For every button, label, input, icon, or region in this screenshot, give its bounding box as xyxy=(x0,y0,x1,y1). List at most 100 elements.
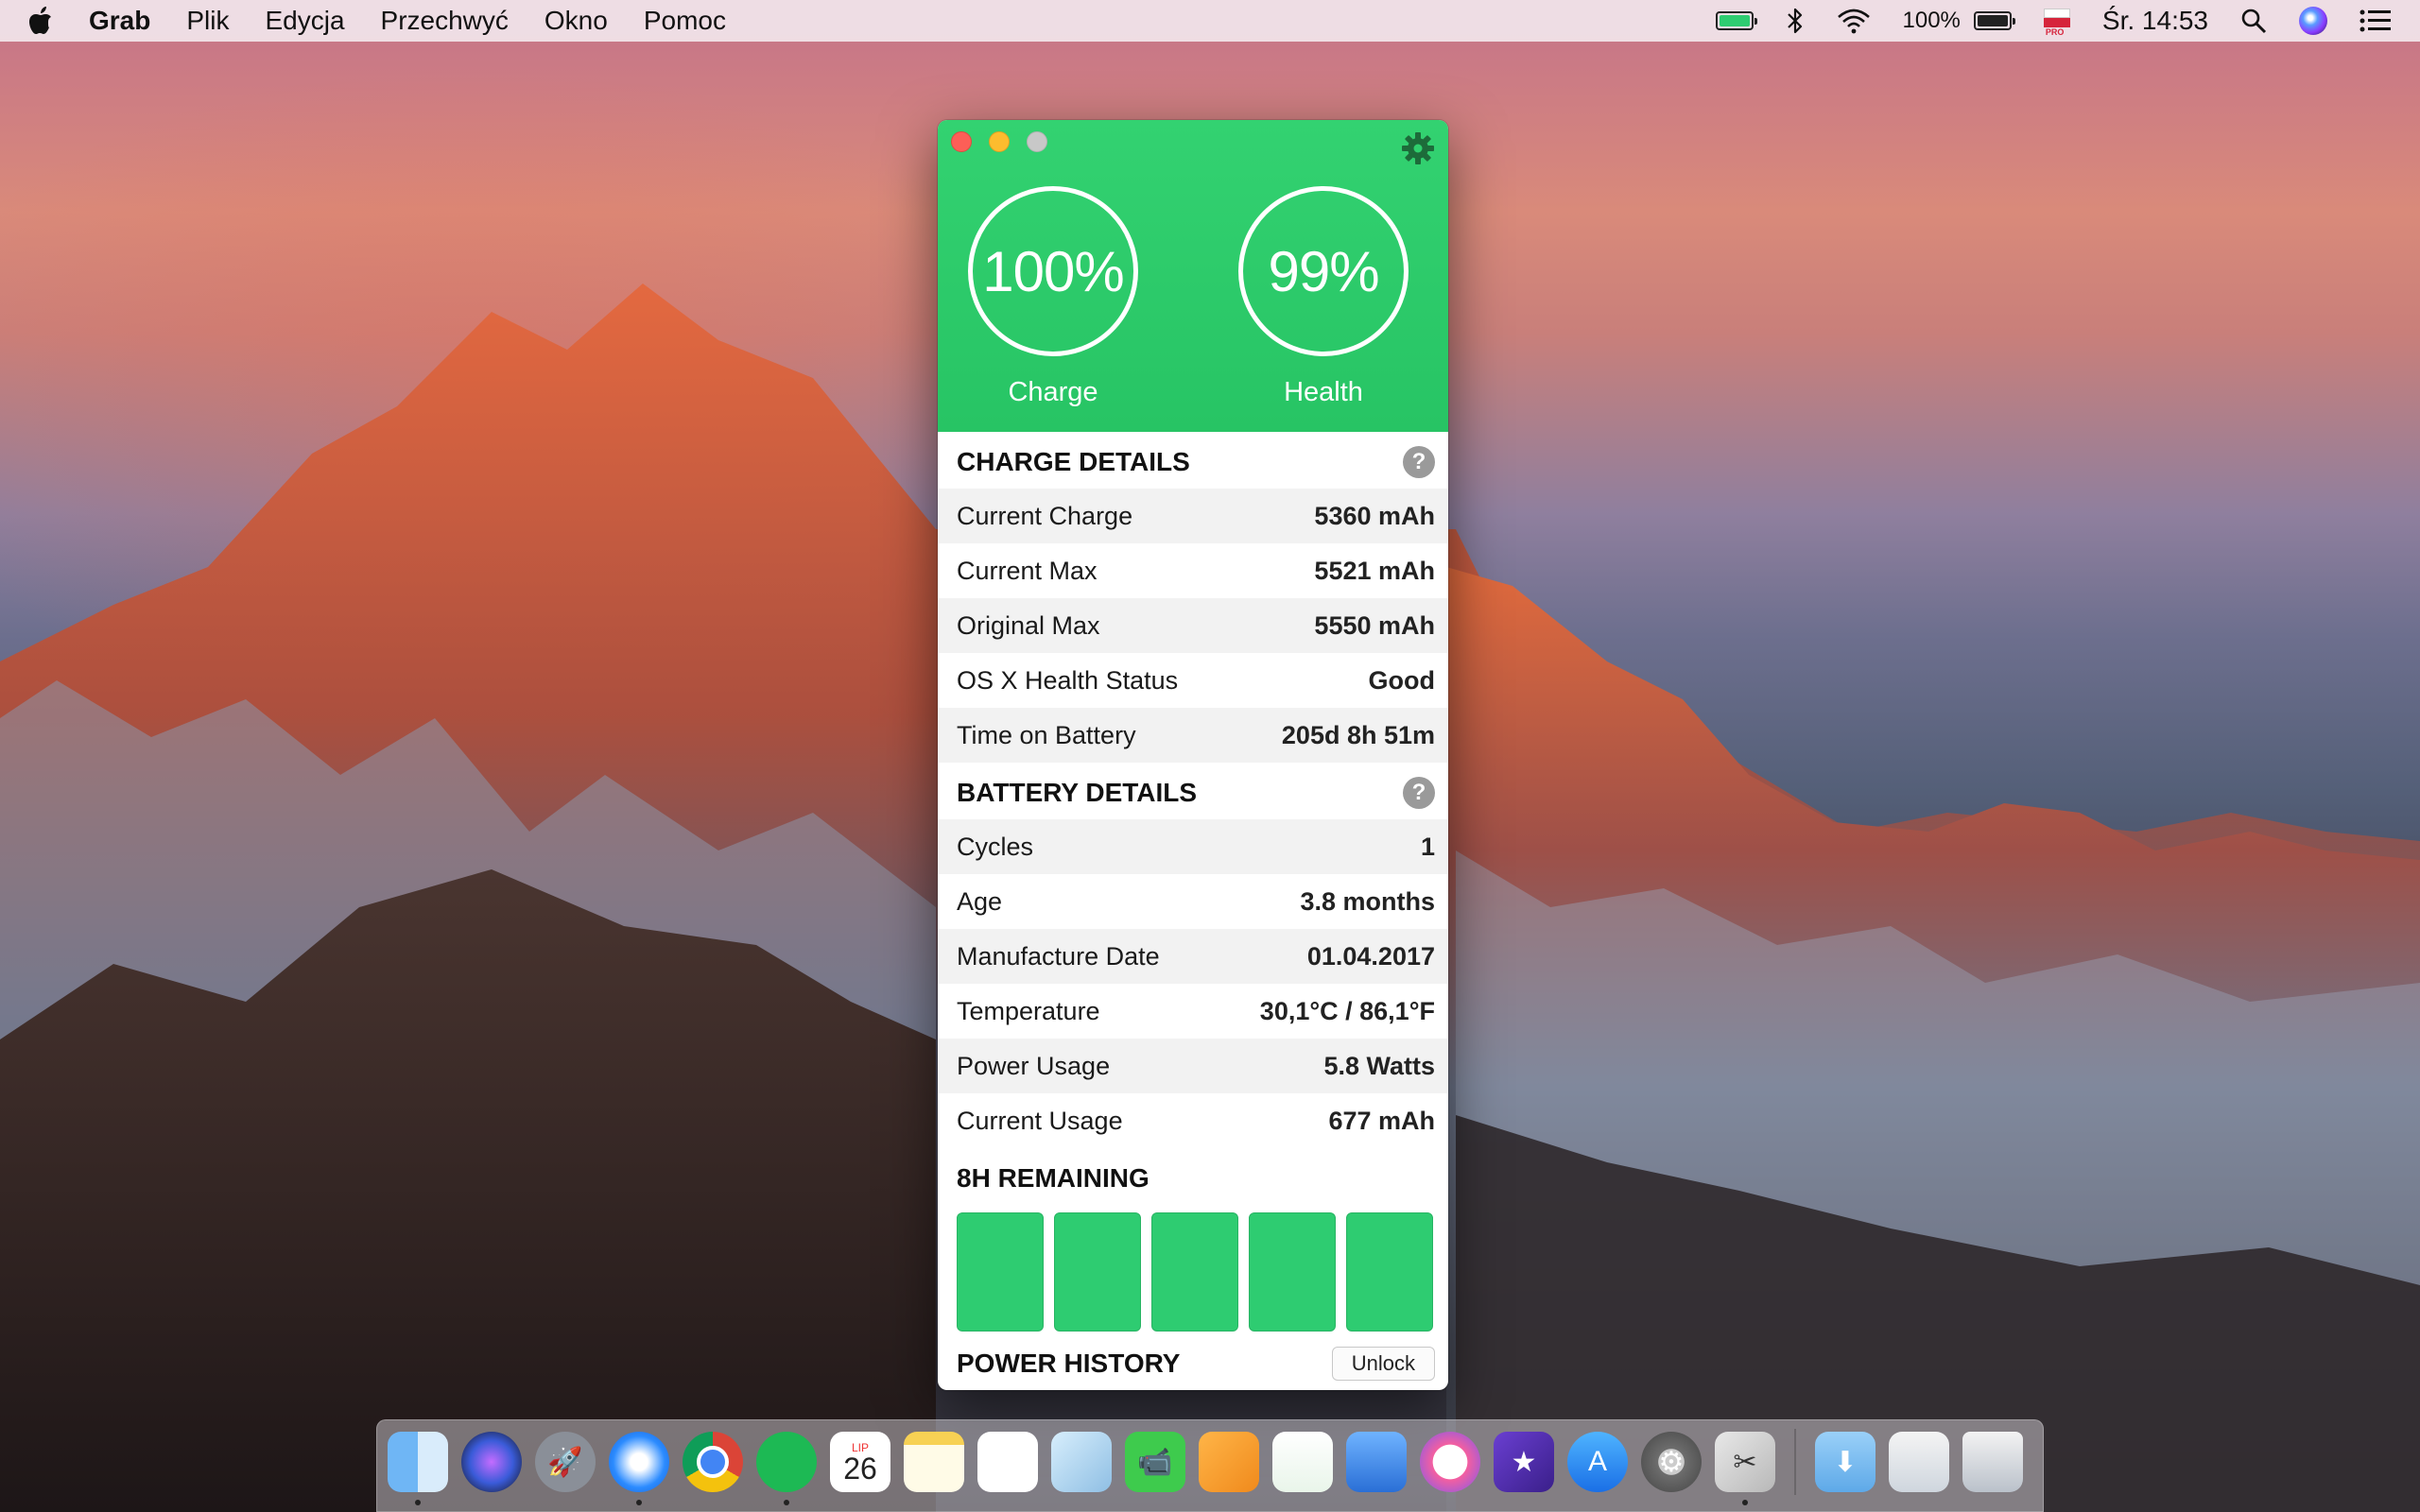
row-label: Temperature xyxy=(957,996,1100,1025)
remaining-bar xyxy=(1151,1212,1238,1332)
remaining-bar xyxy=(1054,1212,1141,1332)
preview-icon[interactable] xyxy=(1051,1432,1112,1492)
row-current-usage: Current Usage 677 mAh xyxy=(938,1093,1448,1148)
row-time-on-battery: Time on Battery 205d 8h 51m xyxy=(938,708,1448,763)
charge-details-help-icon[interactable]: ? xyxy=(1403,446,1435,478)
menu-pomoc[interactable]: Pomoc xyxy=(644,6,726,36)
row-cycles: Cycles 1 xyxy=(938,819,1448,874)
spotlight-search-icon[interactable] xyxy=(2240,8,2267,34)
system-preferences-icon[interactable]: ⚙ xyxy=(1641,1432,1702,1492)
row-osx-health-status: OS X Health Status Good xyxy=(938,653,1448,708)
row-original-max: Original Max 5550 mAh xyxy=(938,598,1448,653)
remaining-bars xyxy=(957,1212,1433,1332)
notification-center-icon[interactable] xyxy=(2360,9,2392,33)
grab-icon[interactable]: ✂ xyxy=(1715,1432,1775,1505)
remaining-title: 8H REMAINING xyxy=(957,1163,1150,1193)
dock-indicator-dot xyxy=(415,1500,421,1505)
dock: 🚀 LIP 26 📹 ♫ ★ A ⚙ ✂ ⬇ xyxy=(376,1419,2044,1512)
charge-details-header: CHARGE DETAILS ? xyxy=(938,436,1448,489)
trash-icon[interactable] xyxy=(1962,1432,2023,1492)
app-store-icon[interactable]: A xyxy=(1567,1432,1628,1492)
keynote-icon[interactable] xyxy=(1346,1432,1407,1492)
unlock-button[interactable]: Unlock xyxy=(1331,1347,1435,1381)
row-label: Current Max xyxy=(957,556,1098,585)
charge-value: 100% xyxy=(982,239,1124,303)
battery-details-help-icon[interactable]: ? xyxy=(1403,777,1435,809)
row-current-charge: Current Charge 5360 mAh xyxy=(938,489,1448,543)
row-power-usage: Power Usage 5.8 Watts xyxy=(938,1039,1448,1093)
menu-przechwyc[interactable]: Przechwyć xyxy=(381,6,509,36)
battery-app-window: 100% Charge 99% Health CHARGE DETAILS ? … xyxy=(938,120,1448,1390)
chrome-icon[interactable] xyxy=(683,1432,743,1492)
row-value: 1 xyxy=(1420,832,1435,861)
launchpad-icon[interactable]: 🚀 xyxy=(535,1432,596,1492)
battery-icon[interactable] xyxy=(1973,11,2015,30)
row-temperature: Temperature 30,1°C / 86,1°F xyxy=(938,984,1448,1039)
battery-app-icon[interactable] xyxy=(1715,11,1757,30)
row-label: Time on Battery xyxy=(957,720,1136,749)
power-history-header: POWER HISTORY Unlock xyxy=(938,1337,1448,1390)
spotify-icon[interactable] xyxy=(756,1432,817,1505)
power-history-title: POWER HISTORY xyxy=(957,1349,1181,1378)
dock-indicator-dot xyxy=(1742,1500,1748,1505)
calendar-day: 26 xyxy=(843,1452,877,1486)
pages-icon[interactable] xyxy=(1199,1432,1259,1492)
menu-edycja[interactable]: Edycja xyxy=(265,6,344,36)
input-flag-icon[interactable]: PRO xyxy=(2043,7,2070,37)
documents-stack-icon[interactable] xyxy=(1889,1432,1949,1492)
battery-percent[interactable]: 100% xyxy=(1903,8,1961,34)
row-value: 5550 mAh xyxy=(1314,610,1435,640)
siri-app-icon[interactable] xyxy=(461,1432,522,1492)
menu-okno[interactable]: Okno xyxy=(544,6,608,36)
menu-bar: Grab Plik Edycja Przechwyć Okno Pomoc 10… xyxy=(0,0,2420,42)
row-value: 677 mAh xyxy=(1328,1106,1435,1135)
row-age: Age 3.8 months xyxy=(938,874,1448,929)
health-label: Health xyxy=(1284,377,1363,407)
facetime-icon[interactable]: 📹 xyxy=(1125,1432,1185,1492)
row-manufacture-date: Manufacture Date 01.04.2017 xyxy=(938,929,1448,984)
bluetooth-icon[interactable] xyxy=(1786,7,1805,35)
remaining-bar xyxy=(1346,1212,1433,1332)
gear-icon[interactable] xyxy=(1401,131,1435,165)
minimize-button[interactable] xyxy=(989,131,1010,152)
calendar-icon[interactable]: LIP 26 xyxy=(830,1432,890,1492)
row-label: Manufacture Date xyxy=(957,941,1160,971)
charge-label: Charge xyxy=(1008,377,1098,407)
numbers-icon[interactable] xyxy=(1272,1432,1333,1492)
remaining-header: 8H REMAINING xyxy=(938,1152,1448,1205)
finder-icon[interactable] xyxy=(388,1432,448,1505)
close-button[interactable] xyxy=(951,131,972,152)
row-value: 3.8 months xyxy=(1300,886,1435,916)
dock-indicator-dot xyxy=(636,1500,642,1505)
battery-details-title: BATTERY DETAILS xyxy=(957,778,1198,807)
row-label: Current Usage xyxy=(957,1106,1123,1135)
row-value: 205d 8h 51m xyxy=(1281,720,1435,749)
row-label: OS X Health Status xyxy=(957,665,1179,695)
row-value: 5521 mAh xyxy=(1314,556,1435,585)
clock[interactable]: Śr. 14:53 xyxy=(2102,6,2208,36)
charge-details-title: CHARGE DETAILS xyxy=(957,447,1190,476)
wifi-icon[interactable] xyxy=(1837,8,1871,34)
downloads-folder-icon[interactable]: ⬇ xyxy=(1815,1432,1876,1492)
remaining-bar xyxy=(957,1212,1044,1332)
row-label: Cycles xyxy=(957,832,1034,861)
zoom-button[interactable] xyxy=(1027,131,1047,152)
siri-icon[interactable] xyxy=(2299,7,2327,35)
itunes-icon[interactable]: ♫ xyxy=(1420,1432,1480,1492)
flag-badge: PRO xyxy=(2045,27,2065,37)
row-value: Good xyxy=(1368,665,1435,695)
row-value: 5.8 Watts xyxy=(1323,1051,1435,1080)
notes-icon[interactable] xyxy=(904,1432,964,1492)
status-header: 100% Charge 99% Health xyxy=(938,120,1448,432)
row-label: Power Usage xyxy=(957,1051,1111,1080)
safari-icon[interactable] xyxy=(609,1432,669,1505)
row-value: 5360 mAh xyxy=(1314,501,1435,530)
imovie-icon[interactable]: ★ xyxy=(1494,1432,1554,1492)
menu-plik[interactable]: Plik xyxy=(186,6,229,36)
battery-details-header: BATTERY DETAILS ? xyxy=(938,766,1448,819)
apple-icon[interactable] xyxy=(28,7,53,35)
app-menu-grab[interactable]: Grab xyxy=(89,6,150,36)
row-label: Age xyxy=(957,886,1003,916)
reminders-icon[interactable] xyxy=(977,1432,1038,1492)
health-ring: 99% xyxy=(1238,186,1409,356)
